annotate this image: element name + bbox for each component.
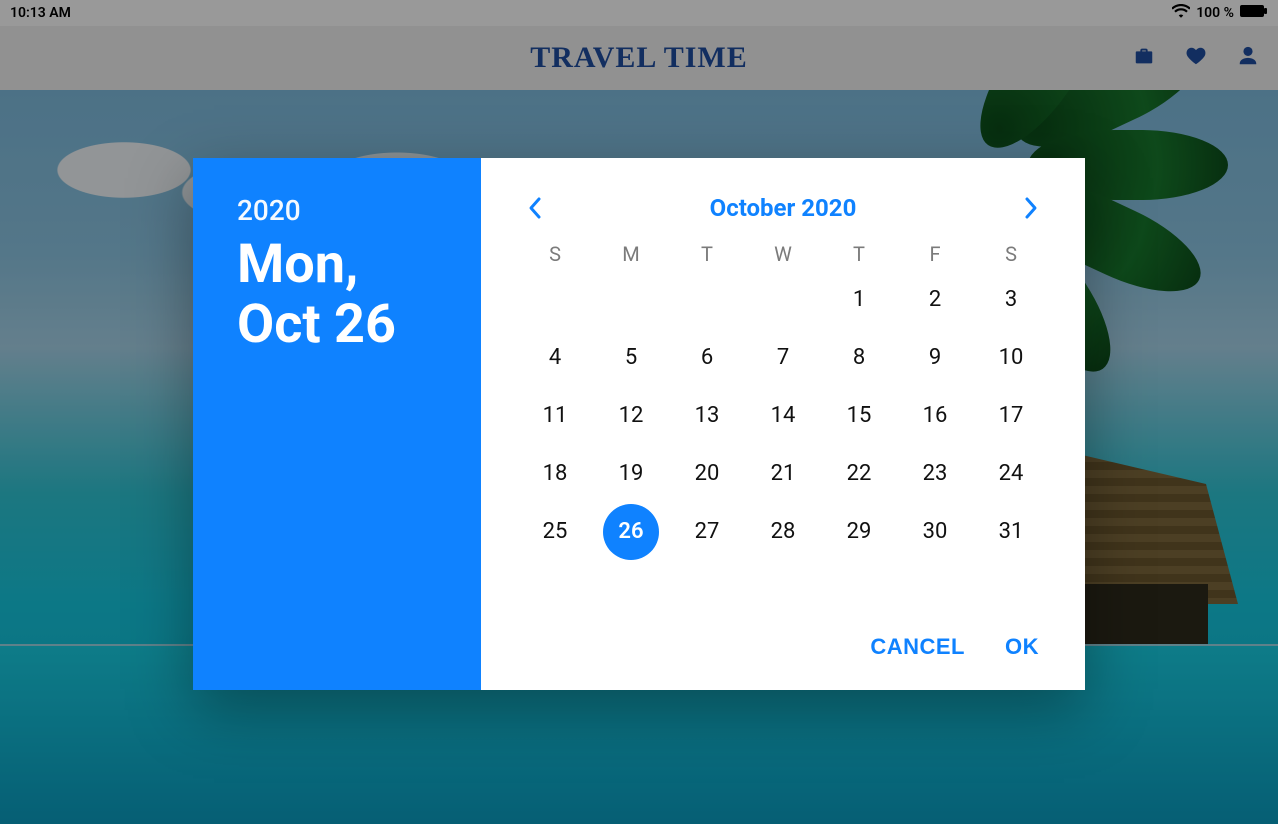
calendar-day[interactable]: 12 [609, 394, 653, 438]
calendar-day[interactable]: 26 [603, 504, 659, 560]
next-month-button[interactable] [1013, 190, 1049, 226]
weekday-header: F [897, 242, 973, 266]
dialog-actions: CANCEL OK [517, 616, 1049, 670]
calendar-day[interactable]: 27 [685, 510, 729, 554]
month-nav: October 2020 [517, 186, 1049, 230]
calendar-day[interactable]: 25 [533, 510, 577, 554]
selected-date-label[interactable]: Mon, Oct 26 [237, 235, 449, 356]
calendar-day[interactable]: 4 [533, 336, 577, 380]
calendar-day[interactable]: 22 [837, 452, 881, 496]
weekday-header: W [745, 242, 821, 266]
calendar-day[interactable]: 29 [837, 510, 881, 554]
calendar-day[interactable]: 7 [761, 336, 805, 380]
calendar-day[interactable]: 19 [609, 452, 653, 496]
calendar-day[interactable]: 31 [989, 510, 1033, 554]
calendar-day[interactable]: 1 [837, 278, 881, 322]
cancel-button[interactable]: CANCEL [870, 634, 965, 660]
weekday-header: M [593, 242, 669, 266]
calendar-day[interactable]: 9 [913, 336, 957, 380]
calendar-day[interactable]: 8 [837, 336, 881, 380]
calendar-day[interactable]: 24 [989, 452, 1033, 496]
calendar-day[interactable]: 17 [989, 394, 1033, 438]
calendar-day-empty [685, 278, 729, 322]
calendar-day[interactable]: 5 [609, 336, 653, 380]
calendar-day[interactable]: 21 [761, 452, 805, 496]
calendar-day[interactable]: 6 [685, 336, 729, 380]
date-picker-header: 2020 Mon, Oct 26 [193, 158, 481, 690]
calendar-day[interactable]: 13 [685, 394, 729, 438]
weekday-header: T [669, 242, 745, 266]
calendar-day-empty [761, 278, 805, 322]
calendar-day[interactable]: 2 [913, 278, 957, 322]
weekday-header: S [973, 242, 1049, 266]
calendar-day-empty [609, 278, 653, 322]
calendar-day[interactable]: 28 [761, 510, 805, 554]
weekday-header: S [517, 242, 593, 266]
selected-date-line2: Oct 26 [237, 293, 396, 356]
selected-date-line1: Mon, [237, 233, 358, 296]
calendar-day[interactable]: 16 [913, 394, 957, 438]
calendar-day[interactable]: 20 [685, 452, 729, 496]
calendar-day-empty [533, 278, 577, 322]
prev-month-button[interactable] [517, 190, 553, 226]
weekday-header: T [821, 242, 897, 266]
date-picker-dialog: 2020 Mon, Oct 26 October 2020 SMTWTFS 12… [193, 158, 1085, 690]
calendar-day[interactable]: 14 [761, 394, 805, 438]
calendar-day[interactable]: 15 [837, 394, 881, 438]
selected-year[interactable]: 2020 [237, 194, 449, 227]
calendar-day[interactable]: 10 [989, 336, 1033, 380]
calendar-day[interactable]: 18 [533, 452, 577, 496]
month-label[interactable]: October 2020 [710, 194, 857, 222]
calendar-day[interactable]: 30 [913, 510, 957, 554]
calendar-day[interactable]: 3 [989, 278, 1033, 322]
ok-button[interactable]: OK [1005, 634, 1039, 660]
calendar-day[interactable]: 11 [533, 394, 577, 438]
calendar-day[interactable]: 23 [913, 452, 957, 496]
